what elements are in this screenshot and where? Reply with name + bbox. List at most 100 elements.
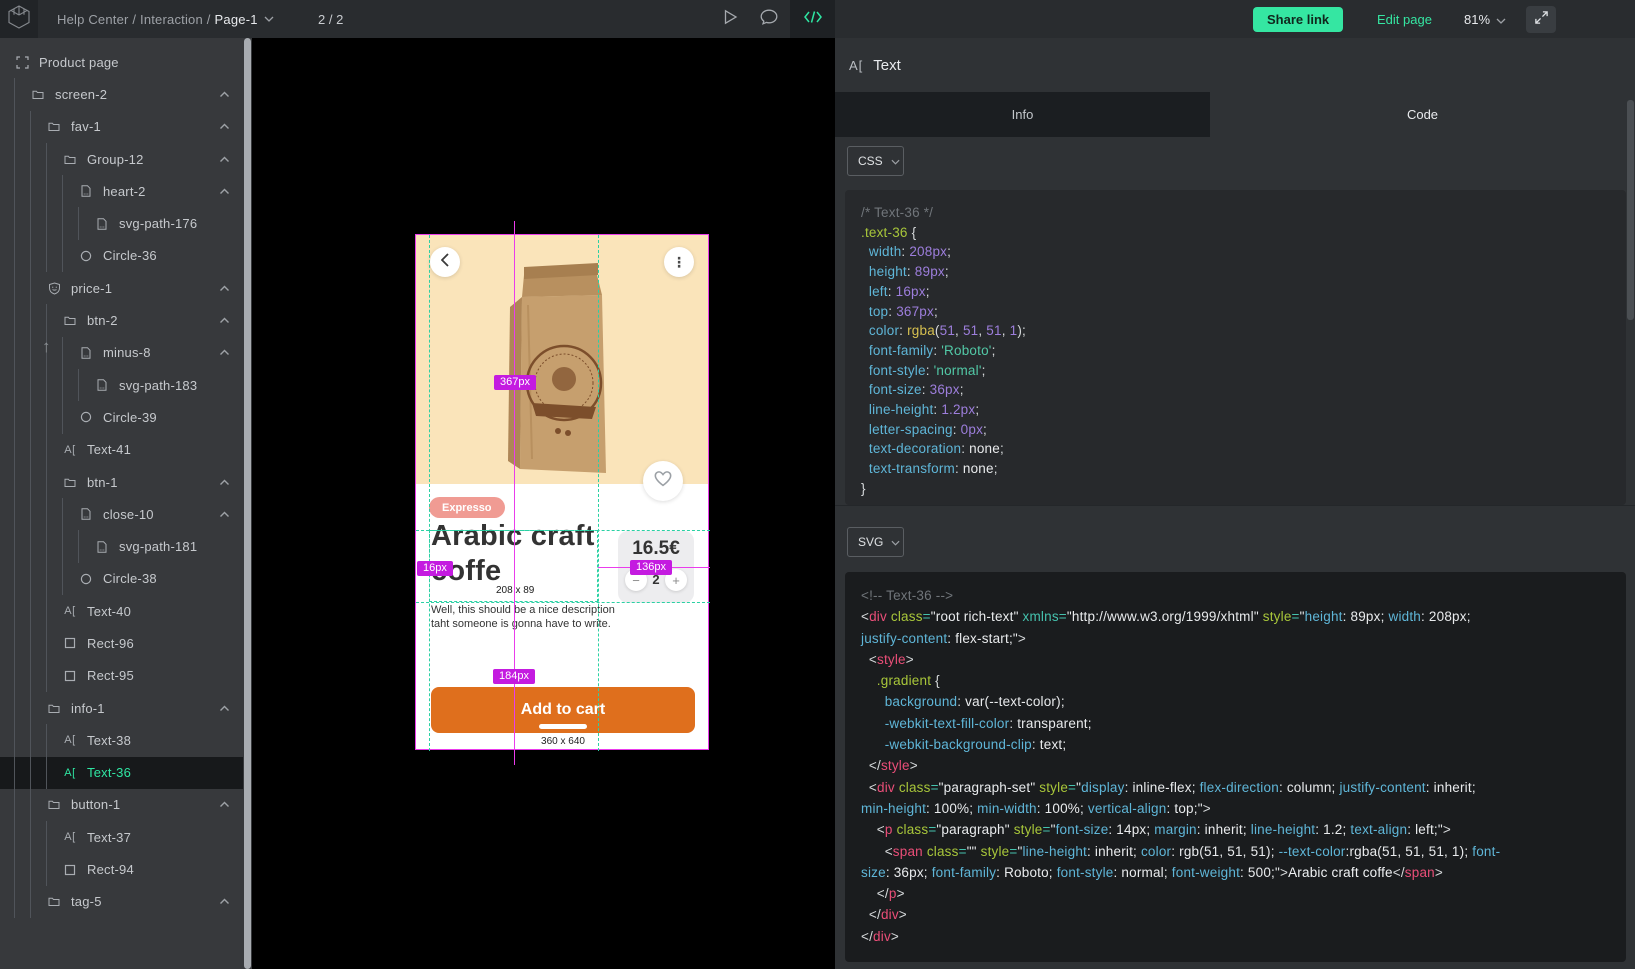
- tree-item-info-1[interactable]: info-1: [0, 692, 243, 724]
- tree-item-Group-12[interactable]: Group-12: [0, 143, 243, 175]
- inspector-header: A[ Text: [835, 38, 1635, 92]
- tree-item-label: Circle-38: [103, 571, 157, 586]
- indent-guide: [14, 111, 30, 143]
- indent-guide: [14, 530, 30, 562]
- fullscreen-button[interactable]: [1526, 6, 1556, 33]
- screen-size-label: 360 x 640: [416, 736, 710, 747]
- css-dropdown-value: CSS: [858, 154, 883, 168]
- indent-guide: [30, 530, 46, 562]
- chevron-down-icon[interactable]: [264, 16, 274, 22]
- tree-item-fav-1[interactable]: fav-1: [0, 111, 243, 143]
- tree-item-Text-41[interactable]: A[Text-41: [0, 434, 243, 466]
- play-button[interactable]: [714, 0, 746, 38]
- tree-item-Rect-95[interactable]: Rect-95: [0, 660, 243, 692]
- tree-item-minus-8[interactable]: minus-8: [0, 337, 243, 369]
- tree-item-Text-38[interactable]: A[Text-38: [0, 724, 243, 756]
- tree-item-Product page[interactable]: Product page: [0, 46, 243, 78]
- indent-guide: [30, 175, 46, 207]
- indent-guide: [46, 498, 62, 530]
- indent-guide: [46, 563, 62, 595]
- chevron-up-icon[interactable]: [219, 479, 230, 486]
- tree-item-close-10[interactable]: close-10: [0, 498, 243, 530]
- chevron-up-icon[interactable]: [219, 801, 230, 808]
- tree-item-svg-path-183[interactable]: svg-path-183: [0, 369, 243, 401]
- product-description: Well, this should be a nice description …: [431, 604, 615, 631]
- folder-icon: [46, 121, 62, 132]
- design-canvas[interactable]: ⋮ Expresso Arabic craft coffe 16.5€ − 2 …: [252, 38, 835, 969]
- css-format-dropdown[interactable]: CSS: [847, 146, 904, 176]
- tree-item-screen-2[interactable]: screen-2: [0, 78, 243, 110]
- tab-info[interactable]: Info: [835, 92, 1210, 137]
- tree-item-Text-36[interactable]: A[Text-36: [0, 757, 243, 789]
- chevron-up-icon[interactable]: [219, 188, 230, 195]
- tree-item-btn-2[interactable]: btn-2: [0, 304, 243, 336]
- app-logo[interactable]: [0, 0, 38, 38]
- chevron-up-icon[interactable]: [219, 705, 230, 712]
- back-button[interactable]: [430, 247, 460, 277]
- chevron-down-icon: [891, 535, 900, 549]
- code-mode-button[interactable]: [790, 0, 835, 38]
- comment-icon: [760, 9, 778, 30]
- tree-item-price-1[interactable]: price-1: [0, 272, 243, 304]
- chevron-up-icon[interactable]: [219, 285, 230, 292]
- indent-guide: [30, 853, 46, 885]
- svg-dropdown-value: SVG: [858, 535, 883, 549]
- svg-format-dropdown[interactable]: SVG: [847, 527, 904, 557]
- indent-guide: [14, 627, 30, 659]
- indent-guide: [62, 207, 78, 239]
- tree-item-svg-path-176[interactable]: svg-path-176: [0, 207, 243, 239]
- tree-item-Text-40[interactable]: A[Text-40: [0, 595, 243, 627]
- code-line: </div>: [861, 904, 1610, 925]
- indent-guide: [46, 627, 62, 659]
- chevron-up-icon[interactable]: [219, 123, 230, 130]
- selection-guide-horizontal-bottom: [416, 602, 710, 603]
- tree-item-Circle-39[interactable]: Circle-39: [0, 401, 243, 433]
- indent-guide: [46, 207, 62, 239]
- more-menu-button[interactable]: ⋮: [664, 247, 694, 277]
- chevron-up-icon[interactable]: [219, 91, 230, 98]
- svg-code-block: <!-- Text-36 --><div class="root rich-te…: [845, 572, 1626, 962]
- inspector-scrollbar[interactable]: [1627, 100, 1634, 320]
- indent-guide: [30, 660, 46, 692]
- zoom-level-select[interactable]: 81%: [1464, 0, 1506, 38]
- chevron-up-icon[interactable]: [219, 898, 230, 905]
- tree-item-btn-1[interactable]: btn-1: [0, 466, 243, 498]
- code-line: <!-- Text-36 -->: [861, 585, 1610, 606]
- chevron-up-icon[interactable]: [219, 349, 230, 356]
- tree-item-tag-5[interactable]: tag-5: [0, 886, 243, 918]
- indent-guide: [30, 401, 46, 433]
- chevron-down-icon: [891, 154, 900, 168]
- tab-code[interactable]: Code: [1210, 92, 1635, 137]
- tree-item-heart-2[interactable]: heart-2: [0, 175, 243, 207]
- indent-guide: [30, 724, 46, 756]
- indent-guide: [14, 692, 30, 724]
- tree-item-Rect-96[interactable]: Rect-96: [0, 627, 243, 659]
- edit-page-link[interactable]: Edit page: [1377, 0, 1432, 38]
- tree-item-label: Product page: [39, 55, 119, 70]
- favorite-button[interactable]: [643, 461, 683, 501]
- product-tag-badge: Expresso: [429, 497, 505, 518]
- tree-item-Rect-94[interactable]: Rect-94: [0, 853, 243, 885]
- tree-item-Circle-36[interactable]: Circle-36: [0, 240, 243, 272]
- sidebar-scrollbar[interactable]: [244, 38, 251, 969]
- chevron-up-icon[interactable]: [219, 511, 230, 518]
- tree-item-label: Rect-95: [87, 668, 134, 683]
- indent-guide: [14, 724, 30, 756]
- share-link-button[interactable]: Share link: [1253, 7, 1343, 32]
- indent-guide: [30, 272, 46, 304]
- chevron-up-icon[interactable]: [219, 317, 230, 324]
- tree-item-label: info-1: [71, 701, 105, 716]
- folder-icon: [46, 799, 62, 810]
- tree-item-Text-37[interactable]: A[Text-37: [0, 821, 243, 853]
- tree-item-button-1[interactable]: button-1: [0, 789, 243, 821]
- indent-guide: [30, 369, 46, 401]
- chevron-up-icon[interactable]: [219, 156, 230, 163]
- inspector-tabs: Info Code: [835, 92, 1635, 137]
- home-indicator: [539, 724, 587, 729]
- tree-item-Circle-38[interactable]: Circle-38: [0, 563, 243, 595]
- tree-item-svg-path-181[interactable]: svg-path-181: [0, 530, 243, 562]
- comment-button[interactable]: [752, 0, 786, 38]
- breadcrumb[interactable]: Help Center / Interaction / Page-1: [57, 0, 274, 38]
- indent-guide: [14, 272, 30, 304]
- indent-guide: [46, 369, 62, 401]
